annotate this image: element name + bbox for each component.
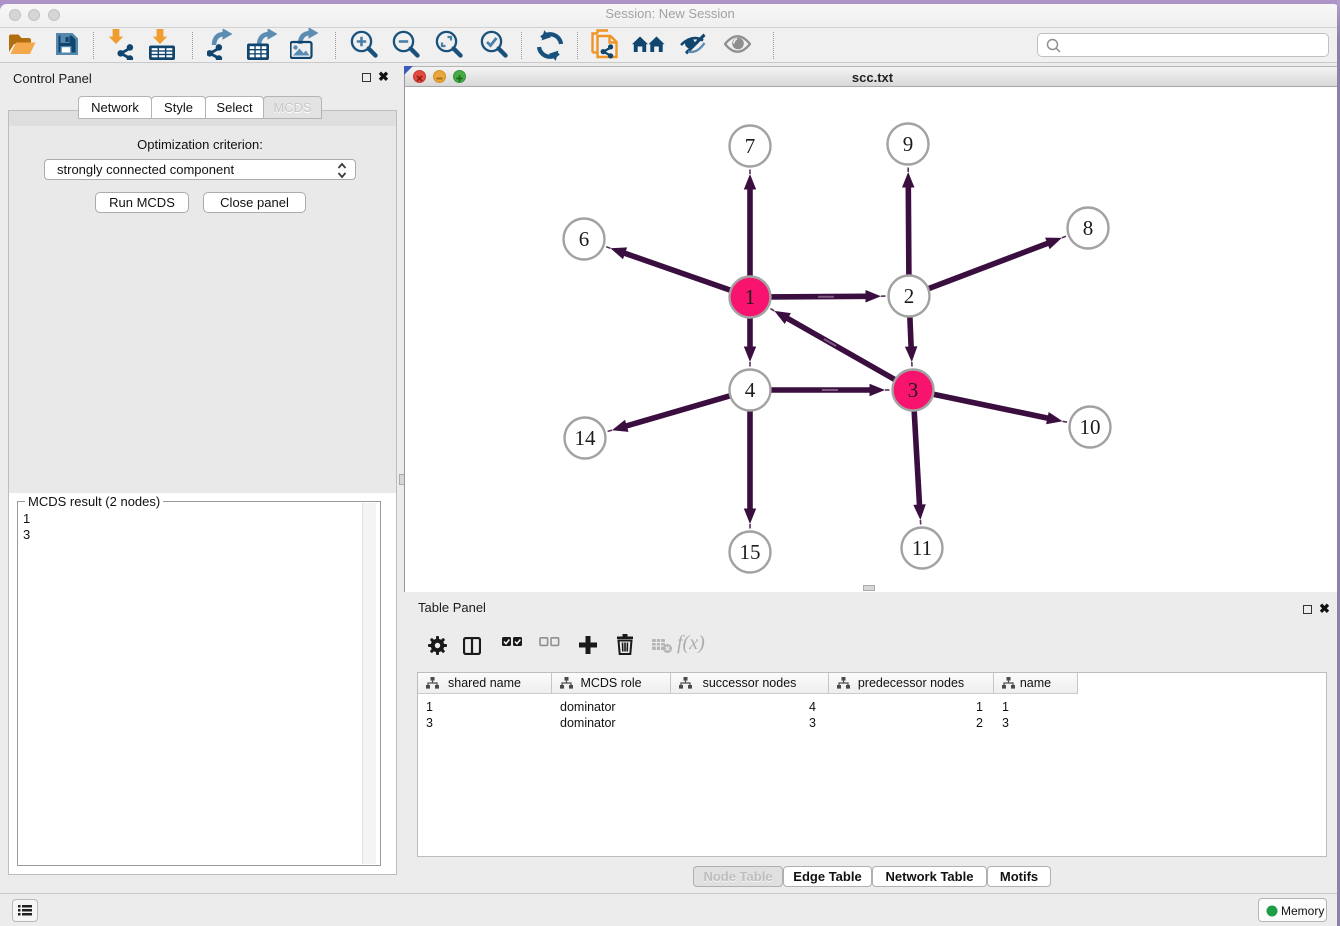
- svg-text:3: 3: [908, 378, 919, 402]
- svg-text:15: 15: [740, 540, 761, 564]
- svg-text:7: 7: [745, 134, 756, 158]
- svg-text:9: 9: [903, 132, 914, 156]
- svg-text:2: 2: [904, 284, 915, 308]
- svg-text:14: 14: [575, 426, 597, 450]
- svg-text:1: 1: [745, 285, 756, 309]
- svg-text:6: 6: [579, 227, 590, 251]
- svg-text:10: 10: [1080, 415, 1101, 439]
- svg-text:11: 11: [912, 536, 932, 560]
- svg-text:4: 4: [745, 378, 756, 402]
- svg-text:8: 8: [1083, 216, 1094, 240]
